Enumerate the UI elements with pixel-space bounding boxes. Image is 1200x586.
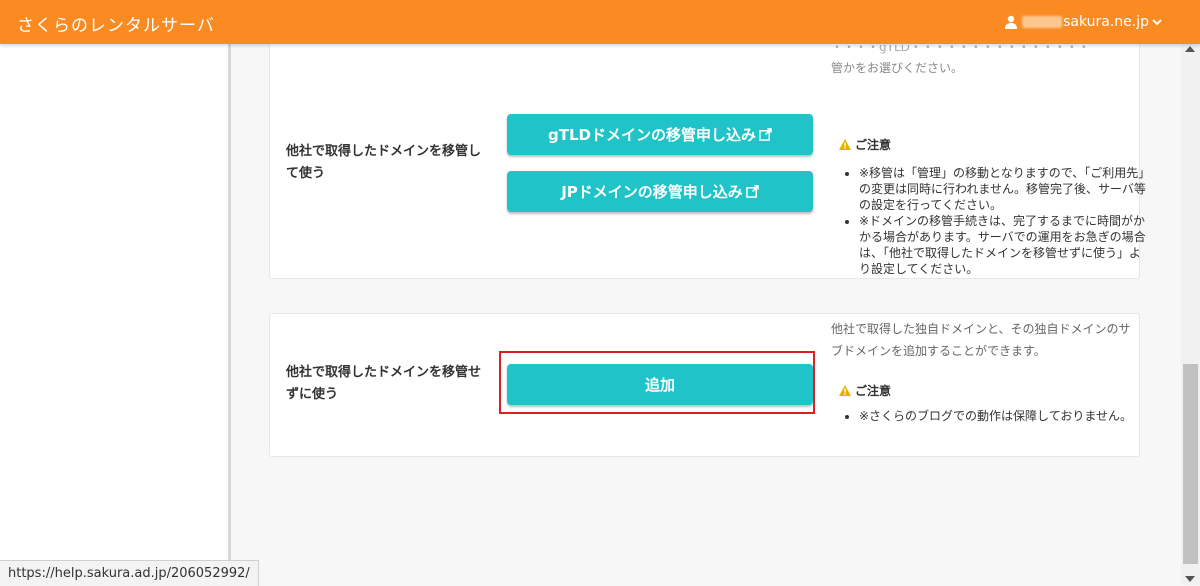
external-link-icon [745,185,759,198]
card2-description: 他社で取得した独自ドメインと、その独自ドメインのサブドメインを追加することができ… [831,322,1131,358]
card1-label: 他社で取得したドメインを移管して使う [286,144,482,181]
jp-transfer-label: JPドメインの移管申し込み [561,183,743,201]
main-content: ・・・・gTLD・・・・・・・・・・・・・・・ 管かをお選びください。 他社で取… [231,44,1181,585]
chevron-down-icon [1152,19,1162,26]
external-link-icon [759,128,772,141]
note-item: ※さくらのブログでの動作は保障しておりません。 [859,408,1149,424]
transfer-domain-card: ・・・・gTLD・・・・・・・・・・・・・・・ 管かをお選びください。 他社で取… [269,44,1146,279]
gtld-transfer-label: gTLDドメインの移管申し込み [548,126,756,144]
warning-icon [839,385,851,396]
app-title[interactable]: さくらのレンタルサーバ [17,11,215,36]
warning-icon [839,139,851,150]
note-item: ※ドメインの移管手続きは、完了するまでに時間がかかる場合があります。サーバでの運… [859,213,1149,277]
card2-warning-heading: ご注意 [839,382,891,399]
card1-notes: ※移管は「管理」の移動となりますので、「ご利用先」の変更は同時に行われません。移… [839,165,1149,277]
card2-label: 他社で取得したドメインを移管せずに使う [286,365,482,402]
scroll-up-icon[interactable] [1185,46,1195,52]
card2-warning-title: ご注意 [855,384,892,398]
masked-username [1022,16,1063,28]
scroll-thumb[interactable] [1183,364,1198,564]
card2-notes: ※さくらのブログでの動作は保障しておりません。 [839,408,1149,424]
vertical-scrollbar[interactable] [1181,44,1200,585]
status-bar-url: https://help.sakura.ad.jp/206052992/ [0,560,259,586]
card1-warning-title: ご注意 [855,138,892,152]
card1-description-text: 管かをお選びください。 [831,61,964,75]
card1-description: ・・・・gTLD・・・・・・・・・・・・・・・ 管かをお選びください。 [831,45,1131,85]
gtld-transfer-button[interactable]: gTLDドメインの移管申し込み [507,114,813,155]
scroll-down-icon[interactable] [1185,576,1195,582]
sidebar [0,44,231,585]
highlight-box [499,351,815,414]
user-icon [1005,15,1018,29]
top-header: さくらのレンタルサーバ sakura.ne.jp [0,0,1200,44]
jp-transfer-button[interactable]: JPドメインの移管申し込み [507,171,813,212]
card1-warning-heading: ご注意 [839,136,891,153]
user-menu[interactable]: sakura.ne.jp [1004,14,1162,30]
note-item: ※移管は「管理」の移動となりますので、「ご利用先」の変更は同時に行われません。移… [859,165,1149,213]
user-domain: sakura.ne.jp [1063,14,1149,30]
